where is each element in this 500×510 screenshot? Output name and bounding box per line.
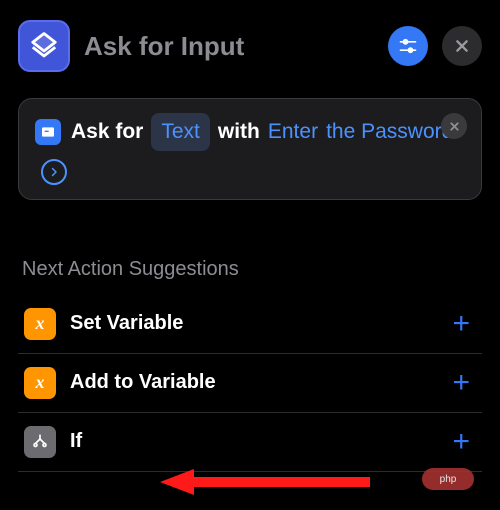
input-type-token[interactable]: Text [151,113,210,151]
close-icon [449,121,460,132]
sliders-icon [398,36,418,56]
add-action-button[interactable]: + [452,366,476,400]
close-button[interactable] [442,26,482,66]
watermark: php [422,468,474,490]
expand-action-button[interactable] [41,159,67,185]
suggestion-label: Set Variable [70,312,438,335]
remove-action-button[interactable] [441,113,467,139]
suggestion-add-to-variable[interactable]: x Add to Variable + [18,354,482,413]
action-card-content: Ask for Text with Enter the Password [35,113,465,185]
variable-icon: x [24,308,56,340]
suggestion-list: x Set Variable + x Add to Variable + If … [0,295,500,472]
header: Ask for Input [0,0,500,90]
action-text: with [218,115,260,149]
suggestion-if[interactable]: If + [18,413,482,472]
chevron-right-icon [48,166,60,178]
branch-icon [24,426,56,458]
ask-icon [35,119,61,145]
add-action-button[interactable]: + [452,425,476,459]
suggestion-label: If [70,430,438,453]
page-title: Ask for Input [84,31,374,62]
suggestions-heading: Next Action Suggestions [0,200,500,295]
close-icon [454,38,470,54]
suggestion-set-variable[interactable]: x Set Variable + [18,295,482,354]
settings-button[interactable] [388,26,428,66]
add-action-button[interactable]: + [452,307,476,341]
variable-icon: x [24,367,56,399]
action-card-ask-for-input[interactable]: Ask for Text with Enter the Password [18,98,482,200]
shortcuts-app-icon [18,20,70,72]
suggestion-label: Add to Variable [70,371,438,394]
prompt-text[interactable]: Enter [268,115,318,149]
prompt-text[interactable]: the Password [326,115,453,149]
action-text: Ask for [71,115,143,149]
